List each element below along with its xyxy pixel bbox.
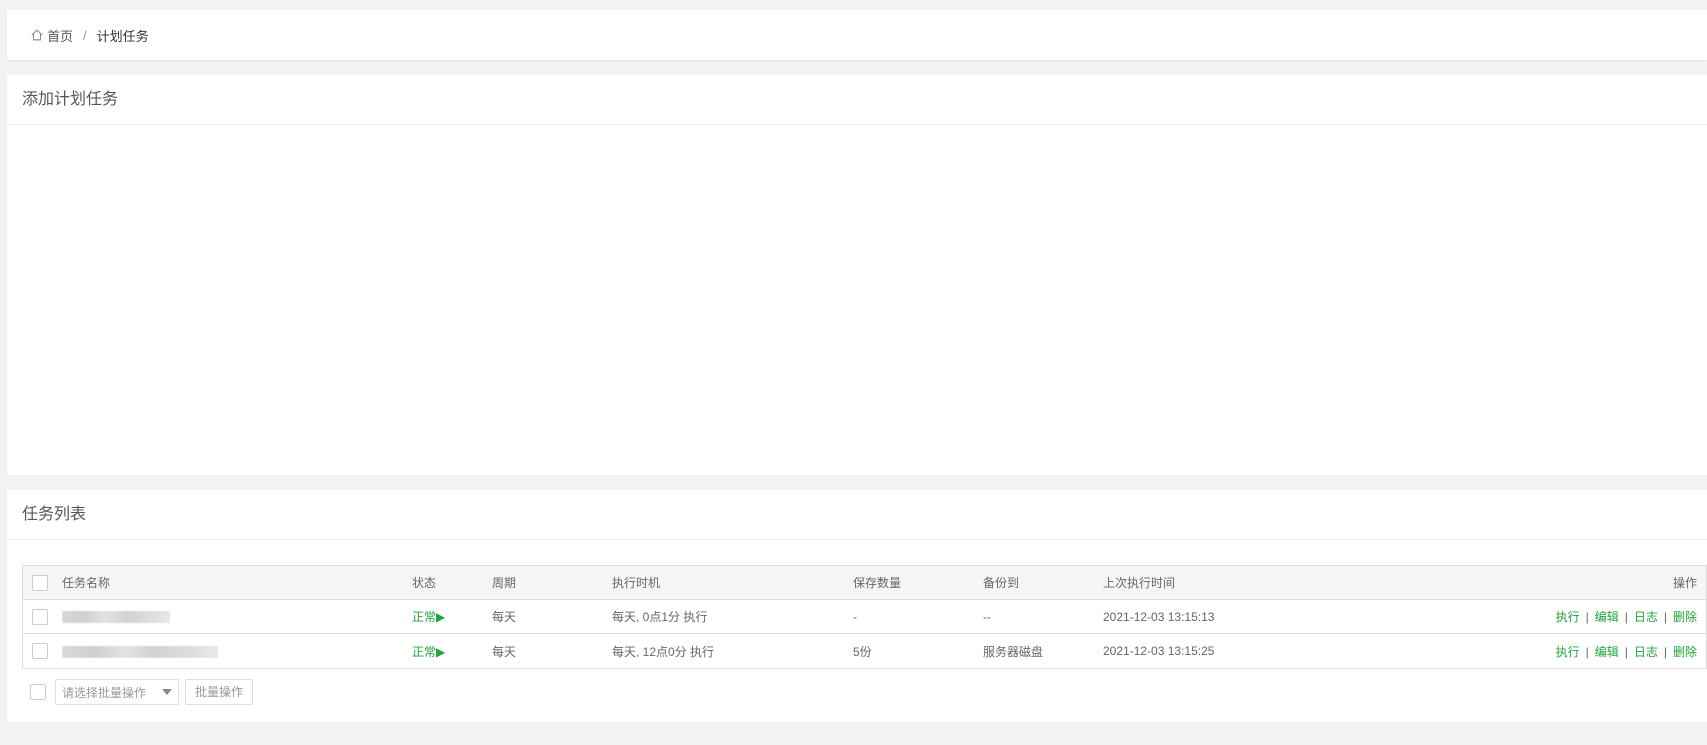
- task-last-run: 2021-12-03 13:15:13: [1103, 609, 1215, 624]
- column-header-keep: 保存数量: [853, 576, 902, 590]
- redacted-task-name: [62, 611, 170, 624]
- edit-link[interactable]: 编辑: [1595, 610, 1619, 624]
- breadcrumb-bar: 首页 / 计划任务: [7, 10, 1707, 60]
- task-cycle: 每天: [492, 644, 517, 659]
- task-timing: 每天, 0点1分 执行: [612, 610, 708, 624]
- row-checkbox-cell: [23, 608, 62, 625]
- column-header-status: 状态: [412, 576, 437, 590]
- task-name-cell: [62, 610, 412, 624]
- column-header-name: 任务名称: [62, 576, 111, 590]
- select-all-cell: [23, 574, 62, 591]
- task-last-run: 2021-12-03 13:15:25: [1103, 644, 1215, 658]
- row-checkbox-cell: [23, 643, 62, 659]
- op-separator: |: [1585, 610, 1589, 624]
- task-table: 任务名称 状态 周期 执行时机 保存数量 备份到 上次执行时间 操作 正常▶ 每…: [22, 565, 1707, 669]
- add-task-title: 添加计划任务: [7, 75, 1707, 125]
- log-link[interactable]: 日志: [1634, 645, 1658, 659]
- task-backup-to: 服务器磁盘: [983, 644, 1044, 659]
- breadcrumb-separator: /: [83, 27, 87, 43]
- op-separator: |: [1585, 644, 1589, 659]
- batch-select-placeholder: 请选择批量操作: [62, 685, 147, 700]
- delete-link[interactable]: 删除: [1673, 645, 1697, 659]
- batch-operation-bar: 请选择批量操作 批量操作: [30, 679, 254, 705]
- op-separator: |: [1663, 644, 1667, 659]
- task-backup-to: --: [983, 609, 991, 624]
- op-separator: |: [1663, 610, 1667, 624]
- task-list-panel: 任务列表 任务名称 状态 周期 执行时机 保存数量 备份到 上次执行时间 操作 …: [7, 490, 1707, 722]
- run-link[interactable]: 执行: [1556, 645, 1580, 659]
- batch-select-all-checkbox[interactable]: [30, 684, 46, 700]
- column-header-cycle: 周期: [492, 576, 517, 590]
- task-status[interactable]: 正常▶: [412, 643, 492, 660]
- delete-link[interactable]: 删除: [1673, 610, 1697, 624]
- task-name-cell: [62, 644, 412, 658]
- batch-operation-button[interactable]: 批量操作: [185, 679, 254, 705]
- task-keep-count: 5份: [853, 644, 872, 659]
- column-header-operations: 操作: [1672, 576, 1697, 590]
- op-separator: |: [1624, 644, 1628, 659]
- task-operations: 执行 | 编辑 | 日志 | 删除: [1303, 643, 1706, 660]
- task-cycle: 每天: [492, 610, 517, 624]
- select-all-checkbox[interactable]: [32, 574, 48, 591]
- log-link[interactable]: 日志: [1634, 610, 1658, 624]
- table-header-row: 任务名称 状态 周期 执行时机 保存数量 备份到 上次执行时间 操作: [23, 566, 1706, 600]
- run-link[interactable]: 执行: [1556, 610, 1580, 624]
- edit-link[interactable]: 编辑: [1595, 645, 1619, 659]
- column-header-backup: 备份到: [983, 576, 1020, 590]
- task-status[interactable]: 正常▶: [412, 608, 492, 625]
- breadcrumb: 首页 / 计划任务: [30, 25, 149, 45]
- op-separator: |: [1624, 610, 1628, 624]
- task-timing: 每天, 12点0分 执行: [612, 644, 715, 659]
- chevron-down-icon: [162, 689, 172, 695]
- column-header-timing: 执行时机: [612, 576, 661, 590]
- task-keep-count: -: [853, 609, 857, 624]
- breadcrumb-current: 计划任务: [96, 28, 149, 44]
- table-row: 正常▶ 每天 每天, 12点0分 执行 5份 服务器磁盘 2021-12-03 …: [23, 634, 1706, 668]
- table-row: 正常▶ 每天 每天, 0点1分 执行 - -- 2021-12-03 13:15…: [23, 600, 1706, 634]
- task-list-title: 任务列表: [7, 490, 1707, 540]
- home-icon[interactable]: [30, 28, 44, 42]
- column-header-last-run: 上次执行时间: [1103, 576, 1176, 590]
- task-operations: 执行 | 编辑 | 日志 | 删除: [1303, 608, 1706, 625]
- add-task-panel: 添加计划任务: [7, 75, 1707, 475]
- row-checkbox[interactable]: [32, 608, 48, 625]
- redacted-task-name: [62, 645, 218, 658]
- breadcrumb-home-link[interactable]: 首页: [47, 26, 73, 45]
- batch-operation-select[interactable]: 请选择批量操作: [55, 679, 179, 705]
- row-checkbox[interactable]: [32, 643, 48, 659]
